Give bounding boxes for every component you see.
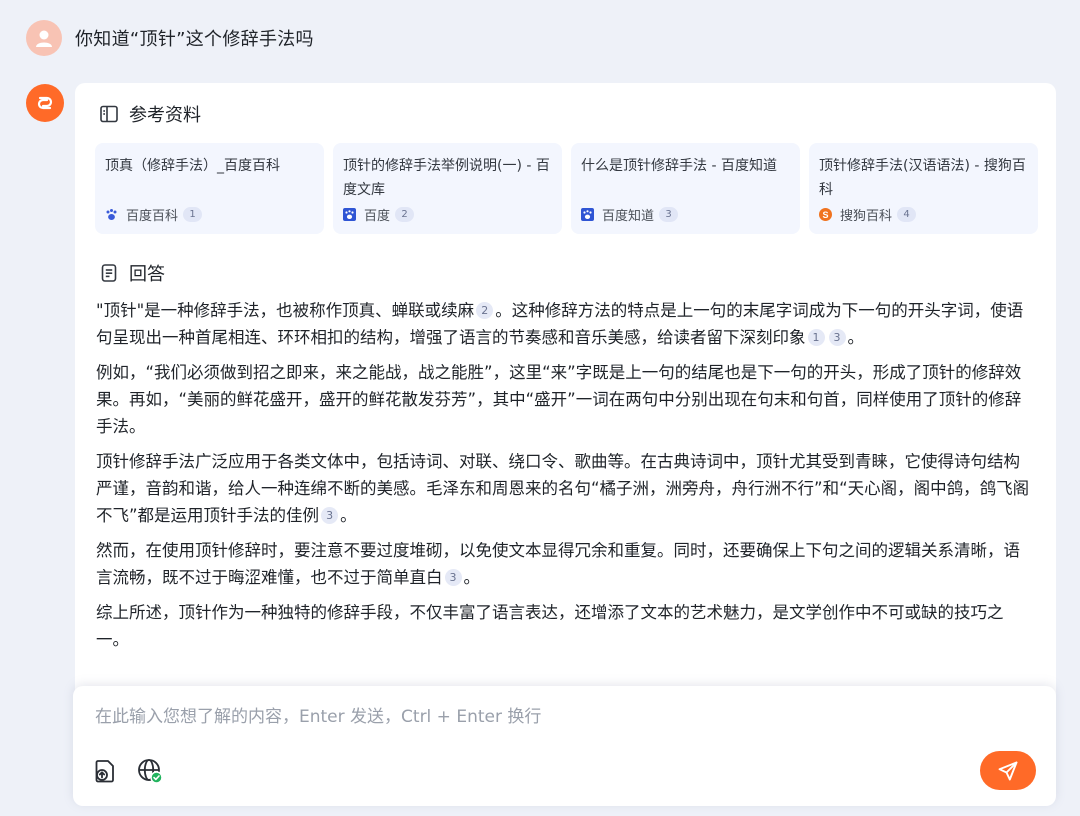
baidu-paw-icon	[581, 208, 594, 221]
sogou-icon: S	[819, 208, 832, 221]
answer-paragraph: "顶针"是一种修辞手法，也被称作顶真、蝉联或续麻 2 。这种修辞方法的特点是上一句的…	[96, 297, 1036, 351]
citation-badge[interactable]: 1	[807, 329, 825, 346]
globe-check-icon	[138, 759, 163, 784]
reference-title: 什么是顶针修辞手法 - 百度知道	[581, 158, 777, 174]
reference-source: 百度知道 3	[581, 205, 679, 224]
send-button[interactable]	[980, 751, 1036, 790]
references-header: 参考资料	[99, 101, 201, 127]
answer-text: "顶针"是一种修辞手法，也被称作顶真、蝉联或续麻	[96, 301, 475, 320]
citation-badge[interactable]: 3	[828, 329, 846, 346]
reference-title: 顶真（修辞手法）_百度百科	[105, 158, 280, 174]
reference-index-badge: 1	[183, 207, 203, 222]
web-search-toggle[interactable]	[136, 757, 164, 785]
user-avatar	[26, 20, 62, 56]
reference-index-badge: 3	[659, 207, 679, 222]
reference-index-badge: 2	[395, 207, 415, 222]
answer-paragraph: 综上所述，顶针作为一种独特的修辞手段，不仅丰富了语言表达，还增添了文本的艺术魅力…	[96, 603, 1004, 649]
reference-title: 顶针修辞手法(汉语语法) - 搜狗百科	[819, 158, 1026, 198]
answer-body: "顶针"是一种修辞手法，也被称作顶真、蝉联或续麻 2 。这种修辞方法的特点是上一句的…	[96, 297, 1036, 661]
reference-source-name: 百度知道	[602, 209, 655, 224]
reference-source: 百度 2	[343, 205, 415, 224]
answer-heading: 回答	[129, 264, 165, 285]
send-icon	[998, 761, 1018, 780]
reference-source-name: 百度	[364, 209, 391, 224]
upload-file-icon	[95, 760, 114, 783]
reference-card-2[interactable]: 顶针的修辞手法举例说明(一) - 百度文库 百度 2	[333, 143, 562, 234]
baidu-paw-icon	[343, 208, 356, 221]
reference-list: 顶真（修辞手法）_百度百科 百度百科 1 顶针的修辞手法举例说明(一) - 百度…	[95, 143, 1038, 234]
citation-badge[interactable]: 3	[444, 569, 462, 586]
reference-card-1[interactable]: 顶真（修辞手法）_百度百科 百度百科 1	[95, 143, 324, 234]
answer-text: 。	[847, 328, 865, 347]
reference-source-name: 搜狗百科	[840, 209, 893, 224]
answer-text: 然而，在使用顶针修辞时，要注意不要过度堆砌，以免使文本显得冗余和重复。同时，还要…	[96, 541, 1020, 587]
user-message: 你知道“顶针”这个修辞手法吗	[26, 20, 314, 56]
assistant-avatar	[26, 84, 64, 122]
citation-badge[interactable]: 3	[321, 507, 339, 524]
book-icon	[100, 105, 118, 123]
chat-input[interactable]	[93, 700, 997, 744]
citation-badge[interactable]: 2	[476, 302, 494, 319]
user-question-text: 你知道“顶针”这个修辞手法吗	[75, 29, 314, 50]
chat-input-panel	[73, 686, 1056, 806]
answer-paragraph: 例如，“我们必须做到招之即来，来之能战，战之能胜”，这里“来”字既是上一句的结尾…	[96, 363, 1022, 436]
upload-file-button[interactable]	[91, 757, 119, 785]
reference-source: S 搜狗百科 4	[819, 205, 917, 224]
reference-index-badge: 4	[897, 207, 917, 222]
reference-card-3[interactable]: 什么是顶针修辞手法 - 百度知道 百度知道 3	[571, 143, 800, 234]
document-icon	[101, 264, 117, 282]
baidu-paw-icon	[105, 208, 118, 221]
reference-title: 顶针的修辞手法举例说明(一) - 百度文库	[343, 158, 550, 198]
answer-paragraph: 然而，在使用顶针修辞时，要注意不要过度堆砌，以免使文本显得冗余和重复。同时，还要…	[96, 537, 1036, 591]
reference-card-4[interactable]: 顶针修辞手法(汉语语法) - 搜狗百科 S 搜狗百科 4	[809, 143, 1038, 234]
answer-text: 顶针修辞手法广泛应用于各类文体中，包括诗词、对联、绕口令、歌曲等。在古典诗词中，…	[96, 452, 1030, 525]
svg-text:S: S	[822, 210, 828, 220]
answer-text: 。	[463, 568, 481, 587]
reference-source-name: 百度百科	[126, 209, 179, 224]
answer-header: 回答	[99, 260, 165, 286]
answer-paragraph: 顶针修辞手法广泛应用于各类文体中，包括诗词、对联、绕口令、歌曲等。在古典诗词中，…	[96, 448, 1036, 529]
assistant-logo-icon	[37, 96, 53, 110]
user-silhouette-icon	[36, 30, 52, 47]
reference-source: 百度百科 1	[105, 205, 203, 224]
references-heading: 参考资料	[129, 105, 201, 126]
answer-text: 。	[340, 506, 357, 525]
